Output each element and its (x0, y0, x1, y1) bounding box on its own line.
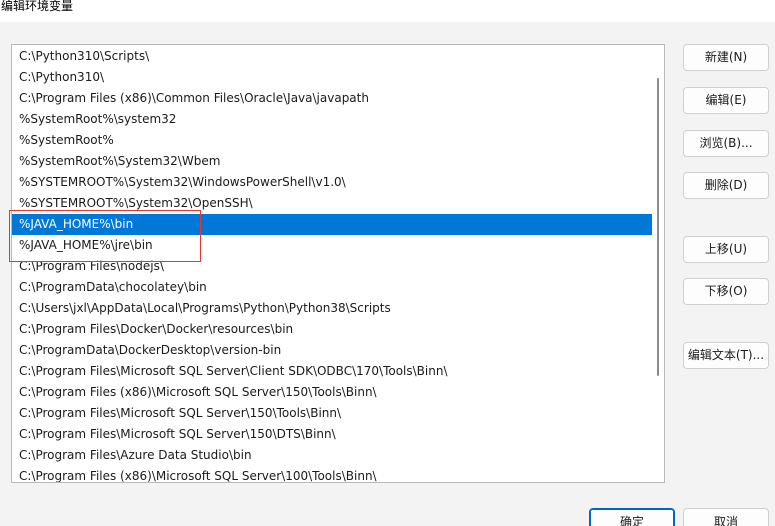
path-list-item[interactable]: %SYSTEMROOT%\System32\OpenSSH\ (12, 193, 652, 214)
browse-button[interactable]: 浏览(B)... (683, 130, 769, 157)
edit-env-variable-dialog: 编辑环境变量 C:\Python310\Scripts\ C:\Python310… (0, 0, 775, 526)
title-bar: 编辑环境变量 (0, 0, 775, 22)
path-listbox[interactable]: C:\Python310\Scripts\ C:\Python310\ C:\Pro… (11, 44, 665, 483)
path-list-item[interactable]: C:\Program Files\Microsoft SQL Server\15… (12, 403, 652, 424)
path-list-item[interactable]: C:\Python310\Scripts\ (12, 46, 652, 67)
path-list-item[interactable]: %JAVA_HOME%\jre\bin (12, 235, 652, 256)
move-up-button[interactable]: 上移(U) (683, 236, 769, 263)
path-list-item[interactable]: C:\Program Files\Docker\Docker\resources… (12, 319, 652, 340)
path-list-item[interactable]: C:\ProgramData\DockerDesktop\version-bin (12, 340, 652, 361)
path-list-item[interactable]: C:\ProgramData\chocolatey\bin (12, 277, 652, 298)
path-list-item[interactable]: %SystemRoot%\system32 (12, 109, 652, 130)
path-list-item[interactable]: C:\Program Files\Azure Data Studio\bin (12, 445, 652, 466)
path-list-item[interactable]: %SystemRoot%\System32\Wbem (12, 151, 652, 172)
new-button[interactable]: 新建(N) (683, 44, 769, 71)
move-down-button[interactable]: 下移(O) (683, 278, 769, 305)
path-list-item[interactable]: C:\Program Files\Microsoft SQL Server\15… (12, 424, 652, 445)
dialog-title: 编辑环境变量 (1, 0, 74, 13)
ok-button[interactable]: 确定 (589, 508, 675, 526)
edit-text-button[interactable]: 编辑文本(T)... (683, 342, 769, 369)
path-list-item[interactable]: %JAVA_HOME%\bin (12, 214, 652, 235)
path-list-item[interactable]: C:\Program Files (x86)\Microsoft SQL Ser… (12, 382, 652, 403)
edit-button[interactable]: 编辑(E) (683, 87, 769, 114)
path-list: C:\Python310\Scripts\ C:\Python310\ C:\Pro… (12, 46, 652, 482)
path-list-item[interactable]: C:\Users\jxl\AppData\Local\Programs\Pyth… (12, 298, 652, 319)
path-list-item[interactable]: C:\Program Files\nodejs\ (12, 256, 652, 277)
cancel-button[interactable]: 取消 (683, 508, 769, 526)
path-list-item[interactable]: C:\Program Files\Microsoft SQL Server\Cl… (12, 361, 652, 382)
delete-button[interactable]: 删除(D) (683, 172, 769, 199)
path-list-item[interactable]: %SystemRoot% (12, 130, 652, 151)
path-list-item[interactable]: C:\Program Files (x86)\Microsoft SQL Ser… (12, 466, 652, 482)
vertical-scrollbar[interactable] (652, 45, 664, 482)
path-list-item[interactable]: C:\Python310\ (12, 67, 652, 88)
path-list-item[interactable]: %SYSTEMROOT%\System32\WindowsPowerShell\… (12, 172, 652, 193)
path-list-item[interactable]: C:\Program Files (x86)\Common Files\Orac… (12, 88, 652, 109)
scrollbar-thumb[interactable] (657, 78, 659, 376)
